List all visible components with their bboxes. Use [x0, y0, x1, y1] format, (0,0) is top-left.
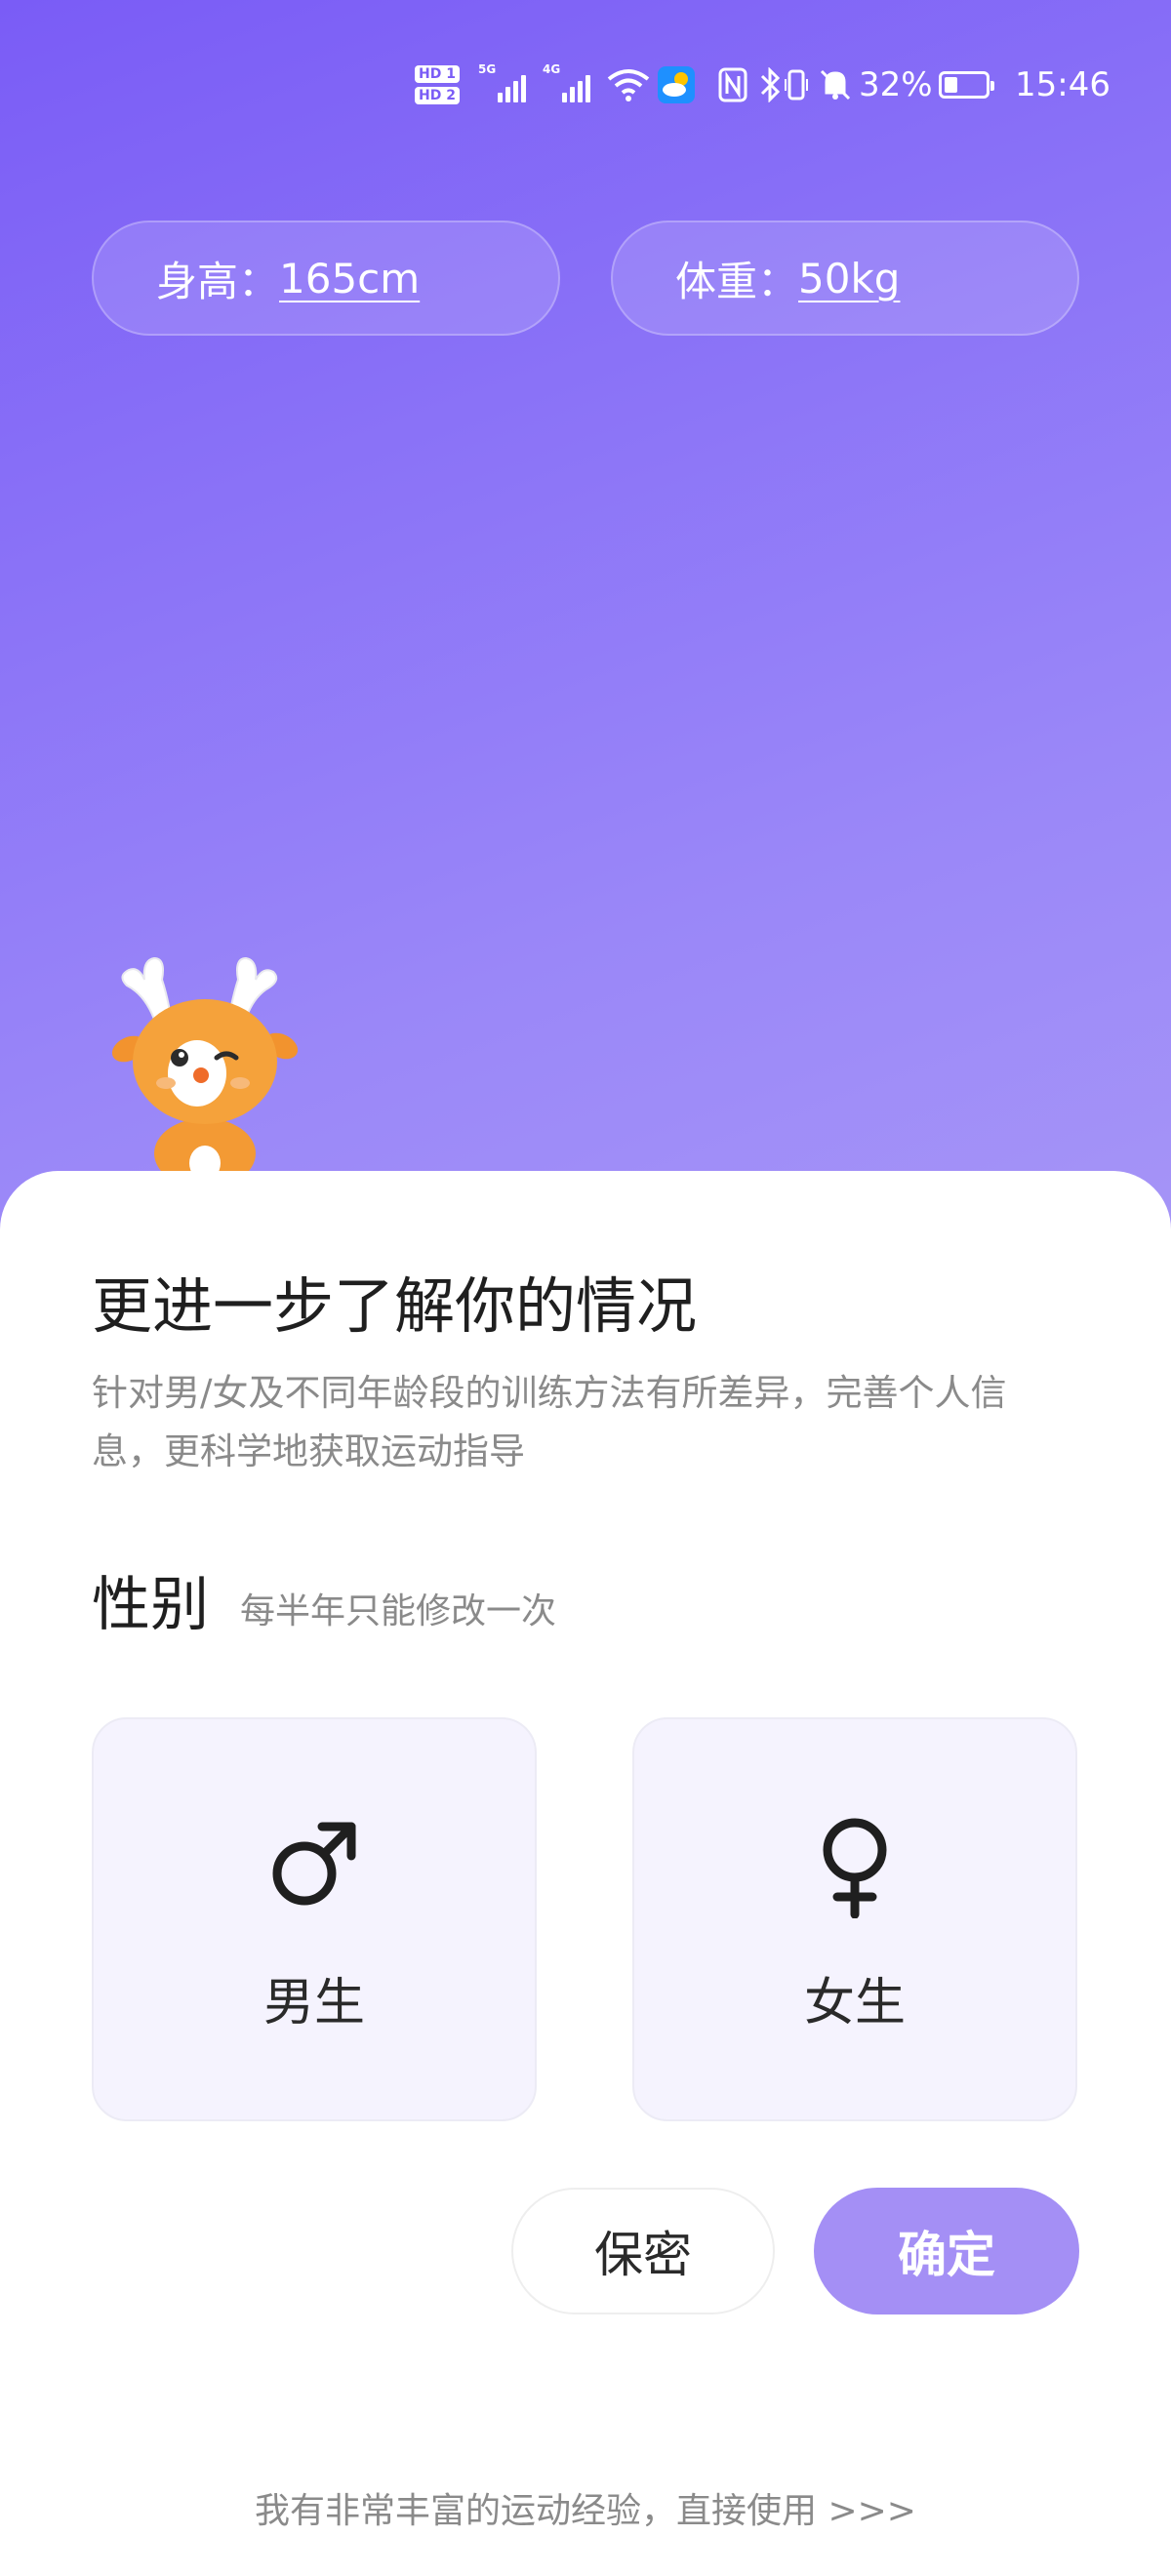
weight-value[interactable]: 50kg — [798, 255, 900, 302]
bluetooth-icon — [759, 51, 781, 119]
female-symbol-icon — [823, 1818, 887, 1918]
net2-label: 4G — [543, 62, 561, 76]
battery-percent: 32% — [859, 65, 933, 104]
clock: 15:46 — [1015, 65, 1110, 104]
male-option-card[interactable]: 男生 — [92, 1717, 537, 2121]
nfc-icon — [718, 51, 747, 119]
hd1-badge: HD 1 — [415, 65, 460, 83]
confirm-button[interactable]: 确定 — [814, 2188, 1079, 2314]
signal-icon-5g: 5G — [478, 51, 527, 119]
signal-icon — [498, 67, 527, 102]
sheet-description: 针对男/女及不同年龄段的训练方法有所差异，完善个人信息，更科学地获取运动指导 — [92, 1372, 1007, 1472]
female-option-card[interactable]: 女生 — [632, 1717, 1077, 2121]
male-label: 男生 — [262, 1974, 365, 2033]
deer-mascot-illustration — [111, 956, 299, 1171]
male-symbol-icon — [272, 1822, 356, 1906]
weight-label: 体重： — [675, 257, 799, 305]
status-bar: HD 1 HD 2 5G 4G 32% 15:46 — [0, 51, 1171, 119]
height-label: 身高： — [156, 257, 280, 305]
gender-section-subtitle: 每半年只能修改一次 — [240, 1591, 557, 1631]
net1-label: 5G — [478, 62, 497, 76]
sheet-title: 更进一步了解你的情况 — [92, 1270, 698, 1342]
signal-icon-4g: 4G — [543, 51, 591, 119]
hd-indicator: HD 1 HD 2 — [415, 51, 460, 119]
hd2-badge: HD 2 — [415, 87, 460, 104]
keep-secret-button[interactable]: 保密 — [511, 2188, 775, 2314]
battery-icon — [939, 51, 994, 119]
gender-section-title: 性别 — [92, 1571, 209, 1639]
height-pill[interactable]: 身高： 165cm — [92, 221, 560, 336]
weather-icon — [658, 51, 695, 119]
mute-icon — [818, 51, 853, 119]
signal-icon — [562, 67, 591, 102]
height-value[interactable]: 165cm — [279, 255, 420, 302]
wifi-icon — [607, 51, 650, 119]
vibrate-icon — [785, 51, 808, 119]
skip-setup-link[interactable]: 我有非常丰富的运动经验，直接使用 >>> — [0, 2482, 1171, 2533]
female-label: 女生 — [803, 1974, 906, 2033]
weight-pill[interactable]: 体重： 50kg — [611, 221, 1079, 336]
